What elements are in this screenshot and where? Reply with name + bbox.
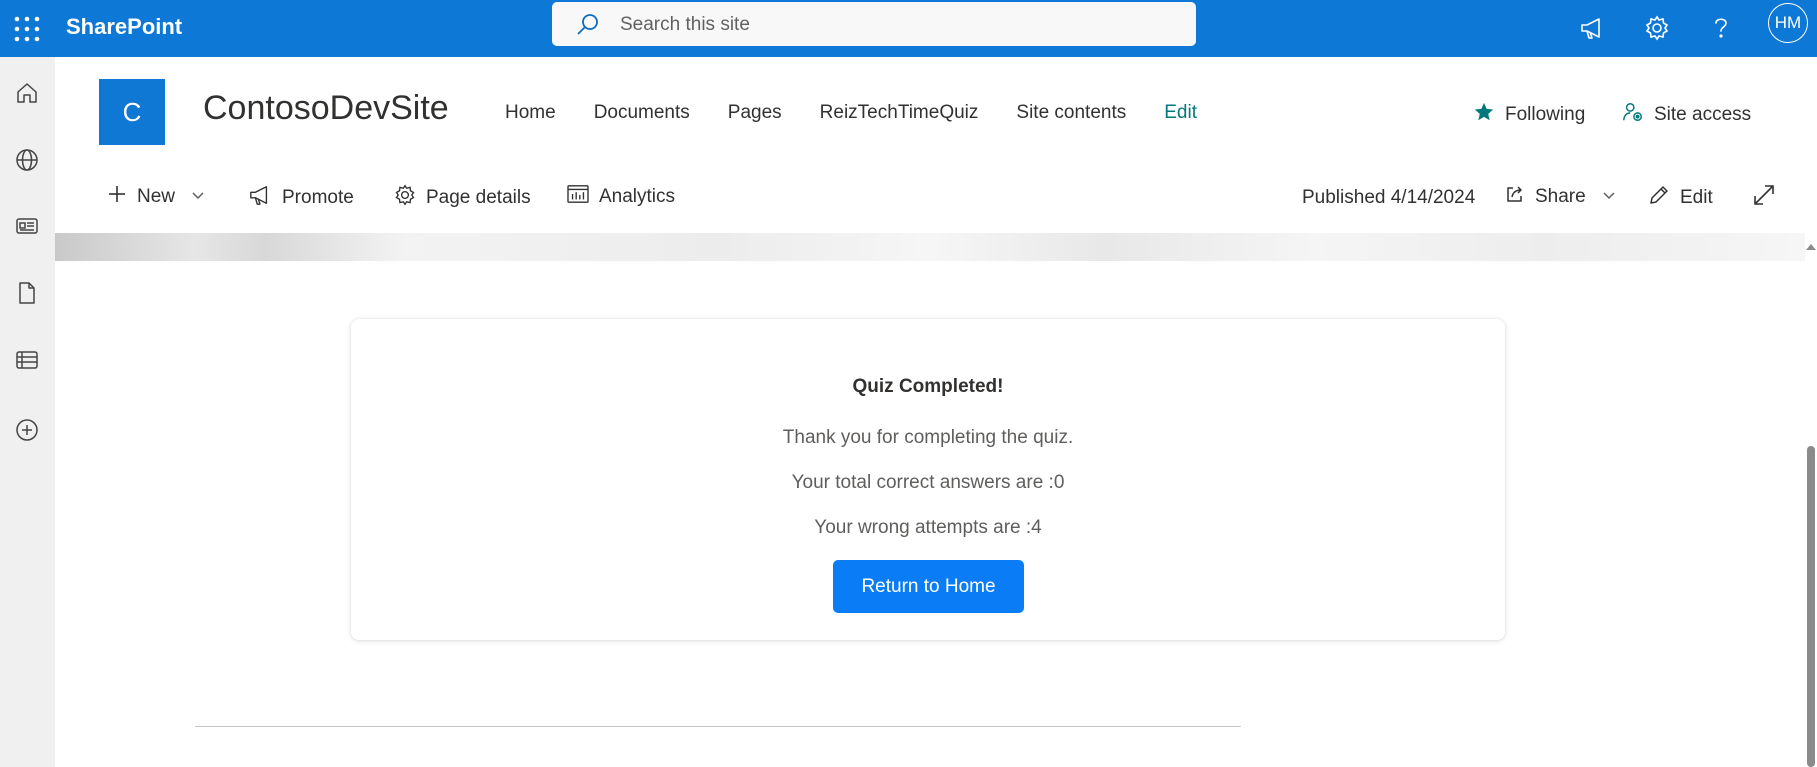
analytics-label: Analytics bbox=[599, 186, 676, 207]
user-avatar[interactable]: HM bbox=[1768, 3, 1808, 43]
suite-bar: SharePoint HM bbox=[0, 0, 1817, 57]
list-icon[interactable] bbox=[8, 341, 46, 379]
published-date: Published 4/14/2024 bbox=[1302, 187, 1476, 208]
globe-icon[interactable] bbox=[8, 141, 46, 179]
following-button[interactable]: Following bbox=[1473, 101, 1585, 129]
document-icon[interactable] bbox=[8, 274, 46, 312]
nav-documents[interactable]: Documents bbox=[594, 100, 690, 126]
settings-gear-icon[interactable] bbox=[1639, 10, 1675, 46]
pencil-icon bbox=[1648, 184, 1670, 212]
site-access-button[interactable]: Site access bbox=[1622, 101, 1751, 129]
expand-icon[interactable] bbox=[1753, 184, 1775, 206]
site-access-label: Site access bbox=[1654, 104, 1752, 125]
app-launcher-icon[interactable] bbox=[10, 12, 44, 46]
nav-home[interactable]: Home bbox=[505, 100, 556, 126]
share-label: Share bbox=[1535, 186, 1586, 207]
page-details-button[interactable]: Page details bbox=[394, 184, 531, 212]
edit-label: Edit bbox=[1680, 187, 1713, 208]
nav-pages[interactable]: Pages bbox=[728, 100, 782, 126]
nav-edit-link[interactable]: Edit bbox=[1164, 100, 1197, 126]
share-icon bbox=[1505, 184, 1525, 210]
search-input[interactable] bbox=[618, 2, 1182, 48]
following-label: Following bbox=[1505, 104, 1586, 125]
site-logo[interactable]: C bbox=[99, 79, 165, 145]
correct-answers-text: Your total correct answers are :0 bbox=[791, 472, 1065, 493]
search-box[interactable] bbox=[552, 2, 1196, 48]
quiz-result-card: Quiz Completed! Thank you for completing… bbox=[351, 319, 1505, 640]
analytics-button[interactable]: Analytics bbox=[567, 184, 675, 210]
chevron-down-icon bbox=[1602, 186, 1616, 208]
people-settings-icon bbox=[1622, 101, 1644, 129]
share-button[interactable]: Share bbox=[1505, 184, 1616, 210]
promote-button[interactable]: Promote bbox=[248, 184, 354, 212]
analytics-icon bbox=[567, 184, 589, 210]
wrong-attempts-text: Your wrong attempts are :4 bbox=[814, 517, 1042, 538]
new-button[interactable]: New bbox=[107, 184, 205, 210]
megaphone-icon[interactable] bbox=[1574, 10, 1610, 46]
news-icon[interactable] bbox=[8, 207, 46, 245]
quiz-completed-heading: Quiz Completed! bbox=[852, 376, 1004, 397]
sharepoint-brand-link[interactable]: SharePoint bbox=[66, 13, 182, 41]
new-label: New bbox=[137, 186, 176, 207]
section-divider bbox=[195, 726, 1241, 727]
gear-icon bbox=[394, 184, 416, 212]
thank-you-text: Thank you for completing the quiz. bbox=[782, 427, 1074, 448]
page-banner-image bbox=[55, 233, 1805, 261]
nav-site-contents[interactable]: Site contents bbox=[1016, 100, 1126, 126]
help-icon[interactable] bbox=[1703, 10, 1739, 46]
search-icon bbox=[576, 12, 600, 41]
add-icon[interactable] bbox=[8, 411, 46, 449]
nav-reiztechtimequiz[interactable]: ReizTechTimeQuiz bbox=[820, 100, 979, 126]
promote-label: Promote bbox=[282, 187, 354, 208]
page-details-label: Page details bbox=[426, 187, 531, 208]
left-app-bar bbox=[0, 57, 55, 767]
site-title[interactable]: ContosoDevSite bbox=[203, 88, 449, 128]
plus-icon bbox=[107, 184, 127, 210]
chevron-down-icon bbox=[191, 186, 205, 208]
scroll-up-arrow-icon[interactable] bbox=[1806, 244, 1816, 250]
home-icon[interactable] bbox=[8, 74, 46, 112]
edit-button[interactable]: Edit bbox=[1648, 184, 1713, 212]
site-navigation: Home Documents Pages ReizTechTimeQuiz Si… bbox=[505, 100, 1235, 126]
scrollbar-thumb[interactable] bbox=[1807, 446, 1815, 767]
star-icon bbox=[1473, 101, 1495, 129]
megaphone-icon bbox=[248, 184, 272, 212]
return-to-home-button[interactable]: Return to Home bbox=[833, 560, 1024, 613]
